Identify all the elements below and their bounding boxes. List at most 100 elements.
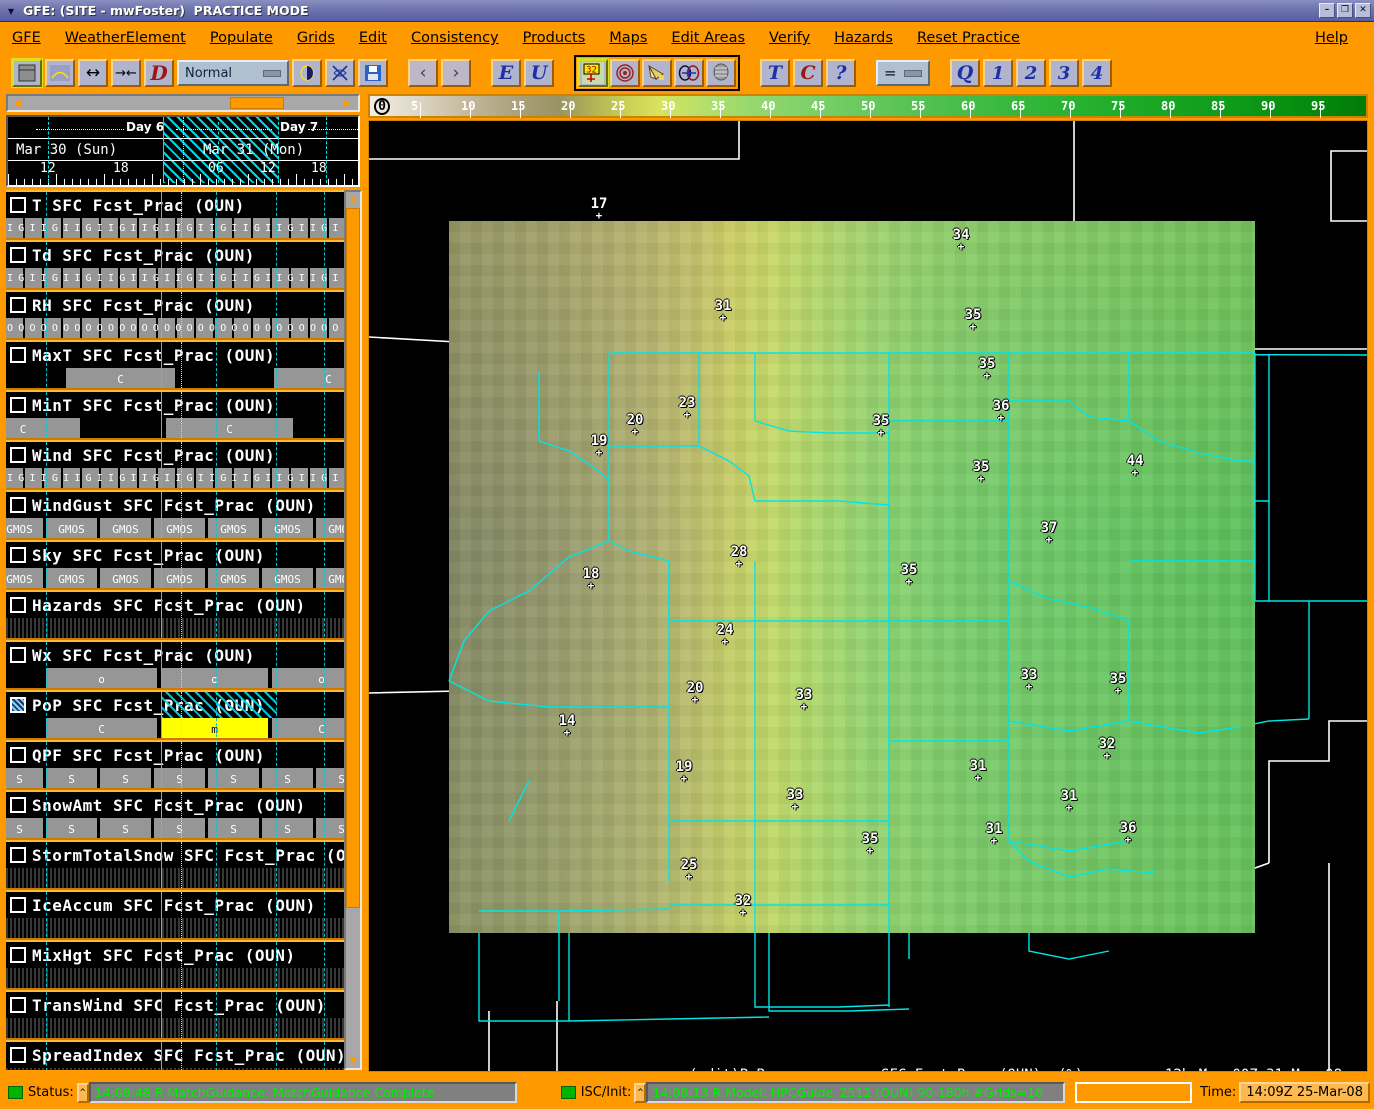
timescale-scrollbar[interactable]: ◀ ▶ <box>6 94 360 112</box>
weather-element-grid-track[interactable] <box>6 868 344 888</box>
grid-segment[interactable]: GMOS <box>100 518 152 538</box>
timescale-scroll-thumb[interactable] <box>230 97 284 109</box>
weather-element-row[interactable]: Wx SFC Fcst_Prac (OUN) o o o <box>6 640 344 690</box>
timescale-scroll-right-icon[interactable]: ▶ <box>338 96 356 111</box>
weather-element-grid-track[interactable]: CC <box>6 418 344 438</box>
smooth-tool-icon[interactable] <box>706 59 736 87</box>
grid-segment[interactable]: GMOS <box>262 518 314 538</box>
weather-element-checkbox[interactable] <box>10 597 26 613</box>
grid-segment[interactable]: C <box>46 718 158 738</box>
contour-tool-icon[interactable]: C <box>793 59 823 87</box>
grid-empty-track[interactable] <box>6 618 344 638</box>
weather-element-checkbox[interactable] <box>10 747 26 763</box>
maximize-button[interactable]: ❐ <box>1337 3 1353 18</box>
weather-element-grid-track[interactable]: SSSSSSS <box>6 768 344 788</box>
grid-segment[interactable]: S <box>262 768 314 788</box>
grid-empty-track[interactable] <box>6 1018 344 1038</box>
menu-verify[interactable]: Verify <box>759 27 820 49</box>
weather-element-header[interactable]: Wx SFC Fcst_Prac (OUN) <box>6 642 344 668</box>
weather-element-header[interactable]: T SFC Fcst_Prac (OUN) <box>6 192 344 218</box>
weather-element-header[interactable]: WindGust SFC Fcst_Prac (OUN) <box>6 492 344 518</box>
assign-value-icon[interactable]: 32 <box>577 58 609 88</box>
weather-element-checkbox[interactable] <box>10 647 26 663</box>
weather-element-header[interactable]: Sky SFC Fcst_Prac (OUN) <box>6 542 344 568</box>
weather-element-grid-track[interactable]: CmC <box>6 718 344 738</box>
weather-element-grid-track[interactable]: OOOOOOOOOOOOOOOOOOOOOOOOOOOOOOOOOOOOOOO <box>6 318 344 338</box>
grid-segment[interactable]: C <box>272 718 344 738</box>
grid-segment[interactable]: C <box>6 418 81 438</box>
weather-element-grid-track[interactable]: GMOSGMOSGMOSGMOSGMOSGMOSGMOS <box>6 518 344 538</box>
menu-grids[interactable]: Grids <box>287 27 345 49</box>
weather-element-checkbox[interactable] <box>10 397 26 413</box>
menu-hazards[interactable]: Hazards <box>824 27 903 49</box>
menu-gfe[interactable]: GFE <box>2 27 51 49</box>
grid-segment[interactable]: S <box>6 818 44 838</box>
weather-element-row[interactable]: PoP SFC Fcst_Prac (OUN) Cm C <box>6 690 344 740</box>
weather-element-row[interactable]: MixHgt SFC Fcst_Prac (OUN) <box>6 940 344 990</box>
weather-element-list[interactable]: T SFC Fcst_Prac (OUN) IGIIGIIGIIGIIGIIGII… <box>6 190 344 1070</box>
menu-help[interactable]: Help <box>1305 27 1358 49</box>
grid-segment[interactable]: C <box>274 368 344 388</box>
quick-4-icon[interactable]: 4 <box>1082 59 1112 87</box>
map-canvas[interactable]: 17 34 31 35 35 23 20 35 36 19 44 35 37 28 18 35 24 20 33 33… <box>368 120 1368 1072</box>
weather-element-grid-track[interactable] <box>6 968 344 988</box>
weather-element-checkbox[interactable] <box>10 847 26 863</box>
grid-segment[interactable]: GMOS <box>316 518 344 538</box>
weather-element-row[interactable]: StormTotalSnow SFC Fcst_Prac (OUN) <box>6 840 344 890</box>
weather-element-grid-track[interactable]: IGIIGIIGIIGIIGIIGIIGIIGIIGIIGIIGIIGIIGI <box>6 268 344 288</box>
weather-element-checkbox[interactable] <box>10 347 26 363</box>
grid-segment[interactable]: GMOS <box>46 568 98 588</box>
weather-element-row[interactable]: T SFC Fcst_Prac (OUN) IGIIGIIGIIGIIGIIGII… <box>6 190 344 240</box>
weather-element-checkbox[interactable] <box>10 697 26 713</box>
grid-segment[interactable]: S <box>262 818 314 838</box>
weather-element-grid-track[interactable]: ooo <box>6 668 344 688</box>
grid-segment[interactable]: S <box>316 768 344 788</box>
grid-segment[interactable]: o <box>272 668 344 688</box>
grid-segment[interactable]: C <box>66 368 176 388</box>
menu-edit-areas[interactable]: Edit Areas <box>661 27 755 49</box>
grid-segment-selected[interactable]: m <box>161 718 269 738</box>
delete-grid-icon[interactable]: D <box>144 59 174 87</box>
grid-segment[interactable]: GMOS <box>46 518 98 538</box>
weather-element-header[interactable]: StormTotalSnow SFC Fcst_Prac (OUN) <box>6 842 344 868</box>
weather-element-header[interactable]: MinT SFC Fcst_Prac (OUN) <box>6 392 344 418</box>
weather-element-grid-track[interactable]: CC <box>6 368 344 388</box>
menu-maps[interactable]: Maps <box>599 27 657 49</box>
grid-segment[interactable]: o <box>161 668 269 688</box>
grid-segment[interactable]: S <box>46 818 98 838</box>
quick-1-icon[interactable]: 1 <box>983 59 1013 87</box>
weather-element-checkbox[interactable] <box>10 547 26 563</box>
radar-tool-icon[interactable] <box>610 59 640 87</box>
weather-element-row[interactable]: TransWind SFC Fcst_Prac (OUN) <box>6 990 344 1040</box>
grid-segment-stripe[interactable]: IGIIGIIGIIGIIGIIGIIGIIGIIGIIGIIGIIGIIGI <box>6 218 344 238</box>
weather-element-header[interactable]: Hazards SFC Fcst_Prac (OUN) <box>6 592 344 618</box>
weather-element-header[interactable]: MixHgt SFC Fcst_Prac (OUN) <box>6 942 344 968</box>
weather-element-checkbox[interactable] <box>10 1047 26 1063</box>
menu-weatherelement[interactable]: WeatherElement <box>55 27 196 49</box>
weather-element-row[interactable]: Hazards SFC Fcst_Prac (OUN) <box>6 590 344 640</box>
grid-empty-track[interactable] <box>6 968 344 988</box>
weather-element-checkbox[interactable] <box>10 197 26 213</box>
weather-element-row[interactable]: MinT SFC Fcst_Prac (OUN) C C <box>6 390 344 440</box>
weather-element-row[interactable]: IceAccum SFC Fcst_Prac (OUN) <box>6 890 344 940</box>
scroll-up-icon[interactable]: ▲ <box>347 193 359 205</box>
edit-tool-icon[interactable]: E <box>491 59 521 87</box>
weather-element-row[interactable]: Wind SFC Fcst_Prac (OUN) IGIIGIIGIIGIIGII… <box>6 440 344 490</box>
weather-element-grid-track[interactable] <box>6 1018 344 1038</box>
weather-element-grid-track[interactable]: IGIIGIIGIIGIIGIIGIIGIIGIIGIIGIIGIIGIIGI <box>6 468 344 488</box>
menu-consistency[interactable]: Consistency <box>401 27 509 49</box>
quick-2-icon[interactable]: 2 <box>1016 59 1046 87</box>
weather-element-row[interactable]: WindGust SFC Fcst_Prac (OUN) GMOS GMOS GMOS… <box>6 490 344 540</box>
menu-edit[interactable]: Edit <box>349 27 397 49</box>
weather-element-scrollbar[interactable]: ▲ ▼ <box>344 190 362 1070</box>
status-history-icon[interactable]: ^ <box>76 1082 89 1103</box>
weather-element-row[interactable]: MaxT SFC Fcst_Prac (OUN) C C <box>6 340 344 390</box>
grid-manager-icon[interactable] <box>11 58 43 88</box>
menu-reset-practice[interactable]: Reset Practice <box>907 27 1030 49</box>
color-scale-bar[interactable]: 0 5 10 15 20 25 30 35 40 45 50 55 60 65 70 75 80 85 90 95 <box>368 94 1368 118</box>
grid-empty-track[interactable] <box>6 1068 344 1070</box>
weather-element-header[interactable]: SpreadIndex SFC Fcst_Prac (OUN) <box>6 1042 344 1068</box>
display-mode-select[interactable]: Normal <box>177 60 289 86</box>
weather-element-header[interactable]: Td SFC Fcst_Prac (OUN) <box>6 242 344 268</box>
menu-populate[interactable]: Populate <box>200 27 283 49</box>
